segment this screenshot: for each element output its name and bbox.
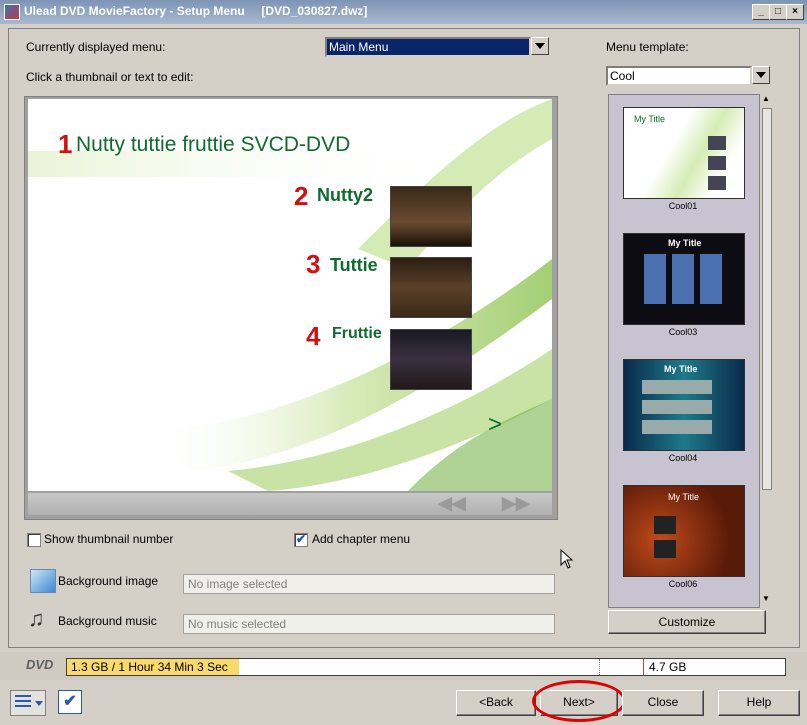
chevron-down-icon: [35, 701, 43, 706]
template-title-text: My Title: [668, 238, 702, 248]
list-view-icon[interactable]: [10, 690, 46, 716]
item-label[interactable]: Tuttie: [330, 255, 378, 276]
list-lines: [15, 695, 31, 709]
title-number: 1: [58, 129, 73, 159]
scroll-up-icon[interactable]: ▲: [761, 94, 771, 104]
menu-preview[interactable]: 1 Nutty tuttie fruttie SVCD-DVD 2 Nutty2…: [28, 99, 552, 491]
template-dropdown-button[interactable]: [752, 66, 770, 84]
title-bar: Ulead DVD MovieFactory - Setup Menu [DVD…: [0, 0, 807, 24]
add-chapter-menu-label: Add chapter menu: [312, 532, 411, 546]
disc-type-label: DVD: [26, 657, 54, 672]
close-window-button[interactable]: ×: [786, 4, 804, 20]
template-thumb-image: [708, 136, 726, 150]
item-number: 3: [306, 249, 321, 279]
template-name: Cool01: [668, 201, 698, 211]
template-title-text: My Title: [664, 364, 698, 374]
close-button[interactable]: Close: [622, 690, 704, 716]
capacity-marker: [599, 659, 600, 675]
template-title-text: My Title: [668, 492, 700, 502]
template-name: Cool03: [668, 327, 698, 337]
highlight-circle: [532, 680, 626, 722]
scroll-down-icon[interactable]: ▼: [761, 594, 771, 604]
previous-page-icon[interactable]: ◀◀: [438, 493, 466, 514]
capacity-bar: 1.3 GB / 1 Hour 34 Min 3 Sec 4.7 GB: [66, 658, 786, 676]
instruction-text: Click a thumbnail or text to edit:: [26, 70, 194, 84]
item-label[interactable]: Nutty2: [317, 185, 373, 206]
show-thumbnail-number-label: Show thumbnail number: [44, 532, 174, 546]
music-note-icon[interactable]: ♫: [28, 606, 45, 632]
next-page-icon[interactable]: ▶▶: [502, 493, 530, 514]
background-image-label: Background image: [58, 574, 159, 588]
menu-select-value: Main Menu: [329, 40, 389, 54]
item-number: 4: [306, 321, 321, 351]
checkmark-icon: ✔: [296, 532, 307, 546]
show-thumbnail-number-checkbox[interactable]: [27, 533, 41, 547]
background-image-field[interactable]: No image selected: [183, 574, 555, 594]
mouse-cursor-icon: [560, 549, 574, 569]
item-thumbnail[interactable]: [390, 186, 472, 247]
customize-button[interactable]: Customize: [608, 610, 766, 634]
template-thumb-image: [708, 156, 726, 170]
template-thumb-image: [654, 540, 676, 558]
help-button[interactable]: Help: [718, 690, 800, 716]
capacity-max-text: 4.7 GB: [649, 660, 687, 674]
template-thumb-grid: [644, 254, 724, 304]
template-select-value: Cool: [610, 69, 635, 83]
background-image-icon[interactable]: [30, 569, 56, 593]
template-thumbnail-cool03[interactable]: My Title: [623, 233, 745, 325]
item-label[interactable]: Fruttie: [332, 325, 382, 343]
preview-nav-strip: ◀◀ ▶▶: [28, 493, 552, 515]
chevron-down-icon: [535, 43, 545, 49]
template-thumbnail-cool04[interactable]: My Title: [623, 359, 745, 451]
capacity-limit-line: [643, 659, 644, 675]
add-chapter-menu-checkbox[interactable]: ✔: [294, 532, 308, 547]
template-thumb-image: [708, 176, 726, 190]
item-thumbnail[interactable]: [390, 329, 472, 390]
menu-select-label: Currently displayed menu:: [26, 40, 166, 54]
template-thumbnail-cool06[interactable]: My Title: [623, 485, 745, 577]
template-label: Menu template:: [606, 40, 689, 54]
next-page-arrow[interactable]: >: [488, 411, 502, 439]
background-music-field[interactable]: No music selected: [183, 614, 555, 634]
template-name: Cool06: [668, 579, 698, 589]
background-music-label: Background music: [58, 614, 157, 628]
app-icon: [4, 4, 20, 20]
item-number: 2: [294, 181, 309, 211]
capacity-used-text: 1.3 GB / 1 Hour 34 Min 3 Sec: [71, 660, 228, 674]
template-name: Cool04: [668, 453, 698, 463]
template-thumb-image: [654, 516, 676, 534]
template-thumbnail-cool01[interactable]: My Title: [623, 107, 745, 199]
window-title: Ulead DVD MovieFactory - Setup Menu [DVD…: [24, 4, 368, 18]
maximize-button[interactable]: □: [769, 4, 787, 20]
template-list[interactable]: My Title Cool01 My Title Cool03 My Title…: [608, 94, 760, 608]
preview-background: [28, 99, 552, 491]
template-select[interactable]: Cool: [606, 66, 752, 86]
checkmark-icon[interactable]: ✔: [58, 690, 82, 714]
menu-select[interactable]: Main Menu: [325, 37, 531, 57]
back-button[interactable]: <Back: [456, 690, 536, 716]
menu-title[interactable]: Nutty tuttie fruttie SVCD-DVD: [76, 133, 350, 157]
item-thumbnail[interactable]: [390, 257, 472, 318]
minimize-button[interactable]: _: [752, 4, 770, 20]
menu-select-dropdown-button[interactable]: [531, 37, 549, 55]
chevron-down-icon: [756, 72, 766, 78]
template-thumb-grid: [642, 380, 712, 436]
scrollbar-thumb[interactable]: [762, 108, 772, 490]
template-scrollbar[interactable]: ▲ ▼: [760, 94, 772, 606]
template-title-text: My Title: [634, 114, 666, 124]
